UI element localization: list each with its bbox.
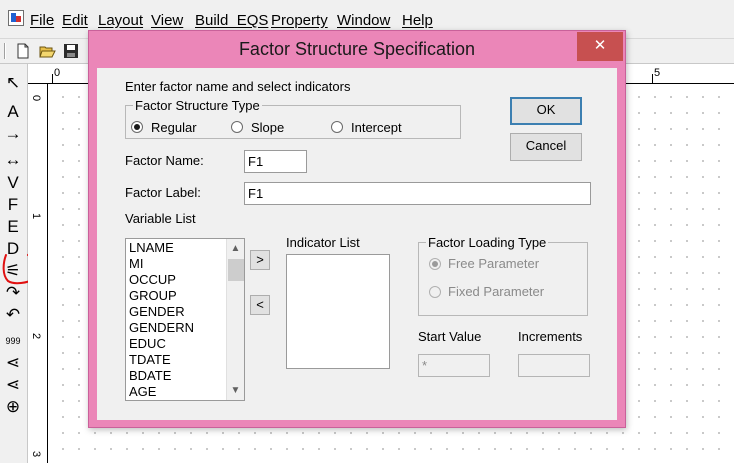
- vruler-label-3: 3: [30, 450, 43, 458]
- loading-type-group: [418, 242, 588, 316]
- close-icon: ✕: [593, 37, 607, 54]
- radio-fixed-parameter[interactable]: [429, 286, 441, 298]
- close-button[interactable]: ✕: [577, 32, 623, 61]
- start-value-label: Start Value: [418, 329, 482, 344]
- hruler-label-0: 0: [54, 67, 61, 79]
- radio-slope-label[interactable]: Slope: [251, 120, 284, 135]
- menu-window[interactable]: Window: [337, 12, 390, 29]
- hruler-label-5: 5: [654, 67, 661, 79]
- cancel-button[interactable]: Cancel: [510, 133, 582, 161]
- vruler-label-1: 1: [30, 212, 43, 220]
- f-factor-icon[interactable]: F: [2, 194, 24, 216]
- menu-layout[interactable]: Layout: [98, 12, 143, 29]
- structure-type-caption: Factor Structure Type: [133, 98, 262, 113]
- ok-button[interactable]: OK: [510, 97, 582, 125]
- vruler-label-0: 0: [30, 94, 43, 102]
- factor-label-label: Factor Label:: [125, 185, 201, 200]
- variable-list-scrollbar[interactable]: ▲ ▼: [226, 239, 244, 400]
- toolbar-separator: [4, 43, 6, 59]
- menu-view[interactable]: View: [151, 12, 183, 29]
- radio-slope[interactable]: [231, 121, 243, 133]
- start-value-input[interactable]: *: [418, 354, 490, 377]
- d-disturbance-icon[interactable]: D: [2, 238, 24, 260]
- indicator-list-label: Indicator List: [286, 235, 360, 250]
- factor-structure-dialog: Factor Structure Specification ✕ Enter f…: [88, 30, 626, 428]
- scroll-up-icon[interactable]: ▲: [227, 240, 244, 257]
- variable-list-label: Variable List: [125, 211, 196, 226]
- pointer-icon[interactable]: ↖: [2, 72, 24, 94]
- factor-structure-icon[interactable]: ⚟: [2, 260, 24, 282]
- add-indicator-button[interactable]: >: [250, 250, 270, 270]
- indicator-listbox[interactable]: [286, 254, 390, 369]
- scroll-thumb[interactable]: [228, 259, 244, 281]
- instruction-text: Enter factor name and select indicators: [125, 79, 351, 94]
- e-error-icon[interactable]: E: [2, 216, 24, 238]
- menu-property[interactable]: Property: [271, 12, 328, 29]
- tool-palette: ↖ A → ↔ V F E D ⚟ ↷ ↶ 999 ⋖ ⋖ ⊕: [0, 64, 28, 463]
- radio-free-parameter[interactable]: [429, 258, 441, 270]
- menu-help[interactable]: Help: [402, 12, 433, 29]
- curved-arrow-right-icon[interactable]: ↷: [2, 282, 24, 304]
- radio-regular[interactable]: [131, 121, 143, 133]
- one-way-arrow-icon[interactable]: →: [2, 123, 24, 145]
- tree-structure-alt-icon[interactable]: ⋖: [2, 374, 24, 396]
- vruler-label-2: 2: [30, 332, 43, 340]
- radio-intercept-label[interactable]: Intercept: [351, 120, 402, 135]
- new-file-icon[interactable]: [14, 42, 32, 60]
- vertical-ruler: 0 1 2 3: [28, 84, 48, 463]
- app-icon[interactable]: [8, 10, 24, 26]
- menu-edit[interactable]: Edit: [62, 12, 88, 29]
- dialog-title: Factor Structure Specification: [238, 39, 476, 59]
- radio-free-parameter-label[interactable]: Free Parameter: [448, 256, 539, 271]
- menu-file[interactable]: File: [30, 12, 54, 29]
- radio-regular-label[interactable]: Regular: [151, 120, 197, 135]
- remove-indicator-button[interactable]: <: [250, 295, 270, 315]
- loading-type-caption: Factor Loading Type: [426, 235, 549, 250]
- factor-name-label: Factor Name:: [125, 153, 204, 168]
- tree-structure-icon[interactable]: ⋖: [2, 352, 24, 374]
- radio-intercept[interactable]: [331, 121, 343, 133]
- save-icon[interactable]: [62, 42, 80, 60]
- factor-label-input[interactable]: F1: [244, 182, 591, 205]
- variable-listbox[interactable]: LNAME MI OCCUP GROUP GENDER GENDERN EDUC…: [125, 238, 245, 401]
- curved-arrow-left-icon[interactable]: ↶: [2, 304, 24, 326]
- scroll-down-icon[interactable]: ▼: [227, 382, 244, 399]
- two-way-arrow-icon[interactable]: ↔: [2, 149, 24, 171]
- menu-build-eqs[interactable]: Build_EQS: [195, 12, 268, 29]
- radio-fixed-parameter-label[interactable]: Fixed Parameter: [448, 284, 544, 299]
- factor-name-input[interactable]: F1: [244, 150, 307, 173]
- crosshair-icon[interactable]: ⊕: [2, 396, 24, 418]
- fixed-value-icon[interactable]: 999: [2, 330, 24, 352]
- dialog-body: Enter factor name and select indicators …: [97, 68, 617, 420]
- increments-input[interactable]: [518, 354, 590, 377]
- text-tool-icon[interactable]: A: [2, 101, 24, 123]
- increments-label: Increments: [518, 329, 583, 344]
- open-folder-icon[interactable]: [38, 42, 56, 60]
- v-variable-icon[interactable]: V: [2, 172, 24, 194]
